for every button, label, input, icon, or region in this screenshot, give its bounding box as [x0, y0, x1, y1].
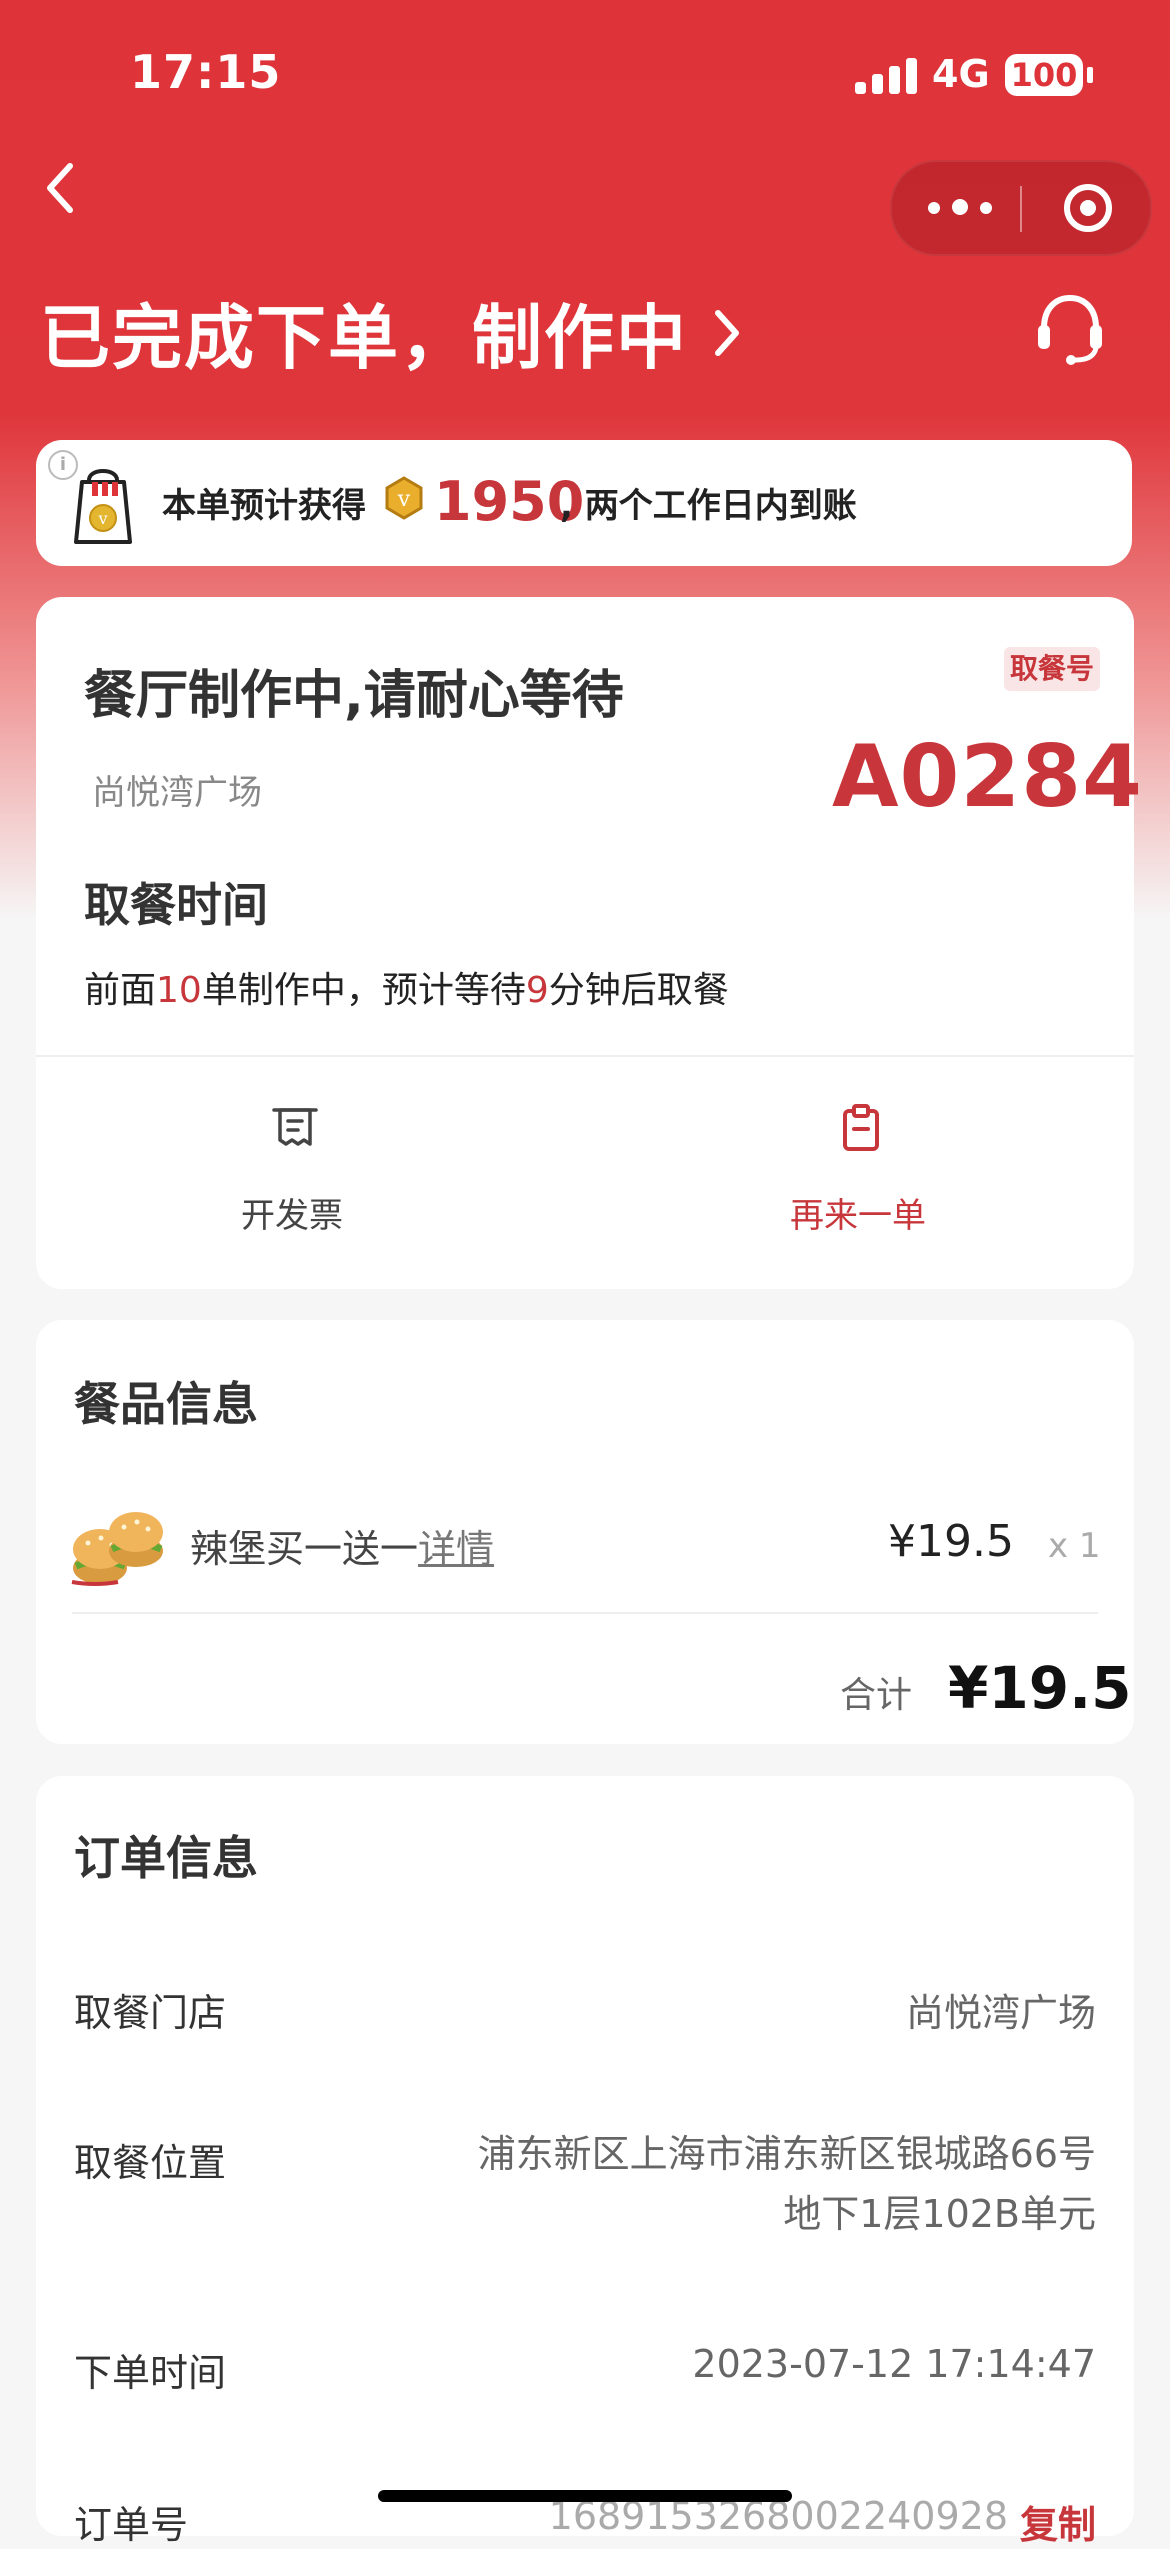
- queue-prefix: 前面: [84, 970, 157, 1011]
- customer-service-icon[interactable]: [1032, 290, 1108, 366]
- reward-prefix: 本单预计获得: [162, 486, 366, 526]
- food-name-line: 辣堡买一送一详情: [190, 1518, 494, 1573]
- copy-button[interactable]: 复制: [1020, 2494, 1096, 2549]
- status-time: 17:15: [130, 45, 282, 99]
- queue-status-line: 前面10单制作中，预计等待9分钟后取餐: [84, 961, 729, 1013]
- detail-link[interactable]: 详情: [418, 1527, 494, 1571]
- capsule-divider: [1020, 186, 1022, 232]
- food-section-title: 餐品信息: [74, 1377, 258, 1431]
- network-label: 4G: [932, 52, 990, 96]
- battery-icon: 100: [1005, 54, 1083, 96]
- total-label: 合计: [840, 1675, 913, 1716]
- queue-suffix: 分钟后取餐: [548, 970, 729, 1011]
- reward-suffix: , 两个工作日内到账: [560, 486, 857, 526]
- food-info-card: 餐品信息 辣堡买一送一详情 ¥19.5 x 1 合计 ¥19.5: [36, 1320, 1134, 1744]
- wait-minutes: 9: [525, 970, 549, 1011]
- reorder-action[interactable]: 再来一单: [728, 1102, 988, 1236]
- points-coin-icon: v: [385, 476, 423, 520]
- status-divider: [36, 1055, 1134, 1057]
- pickup-location-line-1: 浦东新区上海市浦东新区银城路66号: [477, 2132, 1096, 2176]
- order-status-card: 餐厅制作中,请耐心等待 尚悦湾广场 取餐号 A0284 取餐时间 前面10单制作…: [36, 597, 1142, 1289]
- order-time-label: 下单时间: [74, 2351, 227, 2395]
- pickup-location-label: 取餐位置: [74, 2141, 227, 2185]
- burger-image: [71, 1512, 163, 1586]
- svg-text:v: v: [397, 487, 411, 512]
- food-quantity: x 1: [1048, 1526, 1101, 1566]
- making-title: 餐厅制作中,请耐心等待: [84, 666, 624, 726]
- back-chevron-icon[interactable]: [42, 160, 78, 216]
- reorder-label: 再来一单: [790, 1196, 926, 1236]
- reward-bag-icon: v: [74, 469, 132, 544]
- reorder-clipboard-icon: [843, 1104, 879, 1151]
- food-name: 辣堡买一送一: [190, 1527, 419, 1571]
- store-name: 尚悦湾广场: [92, 773, 262, 813]
- store-label: 取餐门店: [74, 1991, 227, 2035]
- svg-text:v: v: [97, 509, 107, 528]
- page-title[interactable]: 已完成下单，制作中: [40, 282, 688, 383]
- pickup-label-tag: 取餐号: [1004, 647, 1100, 691]
- chevron-right-icon[interactable]: [710, 305, 744, 361]
- order-info-card: 订单信息 取餐门店 尚悦湾广场 取餐位置 浦东新区上海市浦东新区银城路66号 地…: [36, 1776, 1134, 2547]
- pickup-location-line-2: 地下1层102B单元: [783, 2192, 1096, 2236]
- battery-tip: [1087, 67, 1093, 83]
- invoice-label: 开发票: [241, 1196, 343, 1236]
- more-icon[interactable]: [928, 194, 992, 222]
- pickup-time-title: 取餐时间: [84, 878, 268, 932]
- invoice-action[interactable]: 开发票: [162, 1102, 422, 1236]
- target-icon[interactable]: [1062, 182, 1114, 234]
- pickup-location-value: 浦东新区上海市浦东新区银城路66号 地下1层102B单元: [478, 2124, 1096, 2244]
- invoice-icon: [272, 1108, 318, 1146]
- food-price: ¥19.5: [888, 1516, 1014, 1567]
- home-indicator: [378, 2490, 792, 2502]
- queue-count: 10: [156, 970, 202, 1011]
- signal-icon: [855, 58, 917, 94]
- order-section-title: 订单信息: [74, 1831, 258, 1885]
- store-value: 尚悦湾广场: [905, 1991, 1096, 2035]
- order-number-label: 订单号: [74, 2503, 189, 2547]
- mini-program-capsule: [890, 160, 1152, 256]
- pickup-code: A0284: [832, 727, 1143, 827]
- total-price: ¥19.5: [948, 1654, 1132, 1722]
- order-time-value: 2023-07-12 17:14:47: [692, 2342, 1096, 2386]
- status-bar: 17:15 4G 100: [0, 0, 1170, 150]
- food-divider: [72, 1612, 1098, 1614]
- reward-card: i v 本单预计获得 v 1950 , 两个工作日内到账: [36, 440, 1132, 566]
- queue-middle: 单制作中，预计等待: [201, 970, 526, 1011]
